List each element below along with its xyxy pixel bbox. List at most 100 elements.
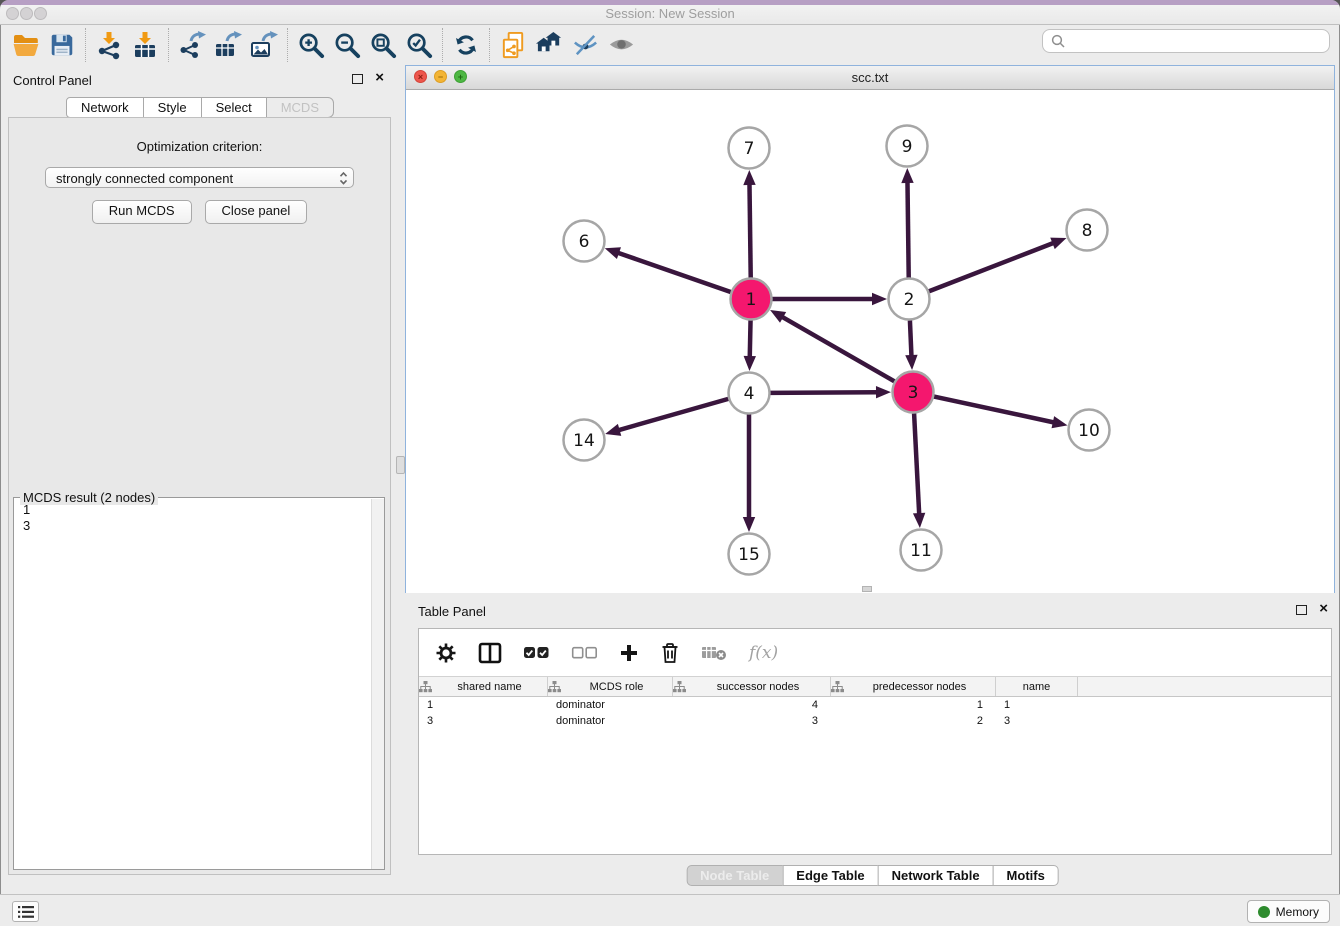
apply-layout-button[interactable] — [448, 28, 484, 62]
import-table-button[interactable] — [127, 28, 163, 62]
graph-node-3[interactable]: 3 — [893, 372, 934, 413]
search-input[interactable] — [1042, 29, 1330, 53]
show-all-button[interactable] — [531, 28, 567, 62]
svg-text:15: 15 — [738, 545, 760, 565]
column-header-shared-name[interactable]: shared name — [419, 677, 548, 696]
column-header-successor-nodes[interactable]: successor nodes — [673, 677, 831, 696]
graph-edge-arrowhead — [1050, 238, 1066, 250]
table-cell[interactable]: 1 — [996, 697, 1078, 713]
network-canvas[interactable]: 1 2 3 4 6 7 8 9 10 11 14 15 — [406, 90, 1334, 593]
graph-node-7[interactable]: 7 — [729, 128, 770, 169]
deselect-all-button[interactable] — [571, 644, 598, 661]
graph-edge-1-6[interactable] — [617, 252, 731, 291]
graph-node-14[interactable]: 14 — [564, 420, 605, 461]
table-row[interactable]: 1dominator411 — [419, 697, 1331, 713]
float-panel-button[interactable] — [352, 74, 363, 84]
graph-edge-2-9[interactable] — [907, 181, 908, 278]
clone-network-button[interactable] — [495, 28, 531, 62]
close-panel-button[interactable]: × — [375, 70, 384, 86]
graph-edge-2-3[interactable] — [910, 320, 912, 357]
show-hidden-button[interactable] — [603, 28, 639, 62]
zoom-fit-button[interactable] — [365, 28, 401, 62]
save-session-button[interactable] — [44, 28, 80, 62]
table-cell[interactable]: 4 — [673, 697, 831, 713]
table-cell[interactable]: 2 — [831, 713, 996, 729]
tab-node-table[interactable]: Node Table — [686, 865, 783, 886]
graph-edge-3-11[interactable] — [914, 413, 919, 515]
graph-edge-4-3[interactable] — [770, 392, 878, 393]
tab-edge-table[interactable]: Edge Table — [782, 865, 878, 886]
column-header-predecessor-nodes[interactable]: predecessor nodes — [831, 677, 996, 696]
graph-edge-3-1[interactable] — [781, 316, 894, 381]
split-panel-button[interactable] — [478, 642, 502, 664]
column-header-mcds-role[interactable]: MCDS role — [548, 677, 673, 696]
tab-network[interactable]: Network — [66, 97, 144, 118]
graph-node-6[interactable]: 6 — [564, 221, 605, 262]
tab-style[interactable]: Style — [143, 97, 202, 118]
graph-node-11[interactable]: 11 — [901, 530, 942, 571]
function-builder-button[interactable]: f(x) — [749, 643, 778, 663]
mcds-result-list[interactable]: 13 — [14, 499, 371, 869]
toolbar-separator — [442, 28, 443, 62]
node-table-frame: f(x) shared nameMCDS role successor nodes… — [418, 628, 1332, 855]
graph-edge-1-4[interactable] — [750, 320, 751, 358]
table-cell[interactable]: 3 — [996, 713, 1078, 729]
zoom-selected-button[interactable] — [401, 28, 437, 62]
table-cell[interactable]: 3 — [673, 713, 831, 729]
graph-node-4[interactable]: 4 — [729, 373, 770, 414]
panel-splitter-handle[interactable] — [396, 456, 405, 474]
import-network-button[interactable] — [91, 28, 127, 62]
graph-node-9[interactable]: 9 — [887, 126, 928, 167]
select-all-button[interactable] — [523, 644, 550, 661]
column-header-name[interactable]: name — [996, 677, 1078, 696]
mcds-result-scrollbar[interactable] — [371, 499, 384, 869]
svg-text:9: 9 — [902, 137, 913, 157]
toggle-panels-button[interactable] — [12, 901, 39, 922]
graph-node-2[interactable]: 2 — [889, 279, 930, 320]
svg-text:10: 10 — [1078, 421, 1100, 441]
criterion-dropdown[interactable]: strongly connected component — [45, 167, 354, 188]
table-cell[interactable]: 1 — [419, 697, 548, 713]
column-header-label: successor nodes — [686, 681, 830, 693]
close-table-panel-button[interactable]: × — [1319, 601, 1328, 617]
graph-node-10[interactable]: 10 — [1069, 410, 1110, 451]
table-cell[interactable]: 3 — [419, 713, 548, 729]
canvas-splitter-handle[interactable] — [862, 586, 872, 592]
add-column-button[interactable] — [619, 643, 639, 663]
tab-mcds[interactable]: MCDS — [266, 97, 334, 118]
graph-edge-2-8[interactable] — [929, 243, 1054, 292]
table-row[interactable]: 3dominator323 — [419, 713, 1331, 729]
tab-motifs[interactable]: Motifs — [993, 865, 1059, 886]
network-view-titlebar[interactable]: × − + scc.txt — [406, 66, 1334, 90]
node-table-body: 1dominator4113dominator323 — [419, 697, 1331, 729]
graph-node-8[interactable]: 8 — [1067, 210, 1108, 251]
graph-edge-4-14[interactable] — [618, 399, 729, 431]
graph-edge-3-10[interactable] — [934, 397, 1055, 423]
graph-edge-1-7[interactable] — [749, 183, 750, 278]
open-session-button[interactable] — [8, 28, 44, 62]
table-cell[interactable]: dominator — [548, 697, 673, 713]
list-icon — [18, 906, 34, 918]
zoom-in-button[interactable] — [293, 28, 329, 62]
table-settings-button[interactable] — [435, 642, 457, 664]
memory-button[interactable]: Memory — [1247, 900, 1330, 923]
hide-selected-button[interactable] — [567, 28, 603, 62]
table-cell[interactable]: 1 — [831, 697, 996, 713]
run-mcds-button[interactable]: Run MCDS — [92, 200, 192, 224]
export-network-button[interactable] — [174, 28, 210, 62]
export-image-button[interactable] — [246, 28, 282, 62]
zoom-out-button[interactable] — [329, 28, 365, 62]
graph-node-1[interactable]: 1 — [731, 279, 772, 320]
table-cell[interactable]: dominator — [548, 713, 673, 729]
graph-node-15[interactable]: 15 — [729, 534, 770, 575]
eye-icon — [607, 31, 636, 60]
export-table-button[interactable] — [210, 28, 246, 62]
gear-icon — [435, 642, 457, 664]
tab-select[interactable]: Select — [201, 97, 267, 118]
mcds-result-box: MCDS result (2 nodes) 13 — [13, 490, 385, 870]
close-panel-button-mcds[interactable]: Close panel — [205, 200, 308, 224]
float-table-panel-button[interactable] — [1296, 605, 1307, 615]
delete-table-button[interactable] — [701, 644, 728, 662]
delete-columns-button[interactable] — [660, 642, 680, 664]
tab-network-table[interactable]: Network Table — [878, 865, 994, 886]
